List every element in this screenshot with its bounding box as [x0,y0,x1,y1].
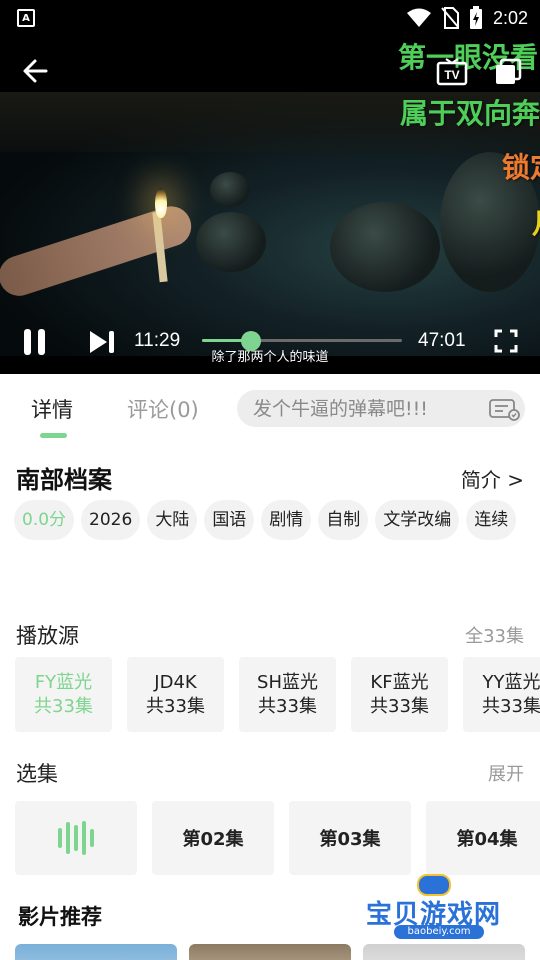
genre-tag[interactable]: 文学改编 [375,500,460,540]
next-episode-icon[interactable] [88,330,116,354]
danmaku-comment: 月 [532,202,540,242]
region-tag[interactable]: 大陆 [147,500,198,540]
danmaku-input[interactable] [253,390,483,427]
danmaku-comment: 锁定 [502,151,540,184]
source-count: 共33集 [146,696,205,717]
picture-in-picture-icon[interactable] [494,58,522,86]
episode-item-playing[interactable] [15,801,137,875]
detail-tabs: 详情 评论(0) [0,374,540,444]
sources-total[interactable]: 全33集 [465,622,524,648]
player-controls: 11:29 47:01 [0,318,540,374]
source-name: JD4K [154,672,197,693]
recommend-list [15,944,525,960]
episodes-expand[interactable]: 展开 [488,760,524,786]
clock: 2:02 [492,7,528,28]
source-item[interactable]: YY蓝光共33集 [463,657,540,732]
watermark-url: baobeiy.com [394,925,484,939]
no-sim-icon [441,7,459,29]
sources-title: 播放源 [16,624,79,648]
danmaku-comment: 属于双向奔 [400,97,540,130]
source-item[interactable]: KF蓝光共33集 [351,657,448,732]
seek-bar[interactable] [202,331,402,351]
status-icons: 2:02 [406,6,528,30]
cast-tv-icon[interactable]: TV [436,58,468,86]
tab-detail[interactable]: 详情 [31,394,73,424]
genre-tag[interactable]: 自制 [318,500,369,540]
year-tag[interactable]: 2026 [81,500,141,540]
source-item[interactable]: JD4K 共33集 [127,657,224,732]
tab-indicator [40,433,67,438]
source-name: SH蓝光 [257,672,318,693]
rating-tag: 0.0分 [14,500,75,540]
genre-tag[interactable]: 连续 [466,500,517,540]
recommend-card[interactable] [363,944,525,960]
recommend-card[interactable] [189,944,351,960]
video-player[interactable]: 除了那两个人的味道 第一眼没看 属于双向奔 锁定 月 TV 11:29 47:0… [0,36,540,374]
total-time: 47:01 [418,330,466,351]
site-watermark: 宝贝游戏网 baobeiy.com [362,872,512,942]
language-tag[interactable]: 国语 [204,500,255,540]
source-item[interactable]: FY蓝光共33集 [15,657,112,732]
candle-flame [155,188,167,218]
back-arrow-icon[interactable] [20,56,50,86]
source-count: 共33集 [370,696,429,717]
source-name: YY蓝光 [482,672,540,693]
wifi-icon [406,8,431,27]
recommend-card[interactable] [15,944,177,960]
episode-item[interactable]: 第04集 [426,801,540,875]
danmaku-input-box[interactable] [237,390,525,427]
source-item[interactable]: SH蓝光共33集 [239,657,336,732]
show-title: 南部档案 [16,466,112,494]
source-count: 共33集 [482,696,540,717]
source-name: FY蓝光 [34,672,93,693]
source-list: FY蓝光共33集 JD4K 共33集 SH蓝光共33集 KF蓝光共33集 YY蓝光… [15,657,540,732]
episode-item[interactable]: 第03集 [289,801,411,875]
source-count: 共33集 [258,696,317,717]
status-bar: A 2:02 [0,0,540,36]
fullscreen-icon[interactable] [494,329,518,353]
tab-comments[interactable]: 评论(0) [127,394,199,424]
gamepad-icon [417,874,451,896]
pause-icon[interactable] [22,328,48,356]
danmaku-settings-icon[interactable] [487,397,521,421]
genre-tag[interactable]: 剧情 [261,500,312,540]
source-count: 共33集 [34,696,93,717]
tag-list: 0.0分 2026 大陆 国语 剧情 自制 文学改编 连续 [14,500,534,540]
episodes-title: 选集 [16,762,58,786]
battery-charging-icon [469,6,482,29]
episode-item[interactable]: 第02集 [152,801,274,875]
intro-link[interactable]: 简介 > [461,464,524,493]
now-playing-icon [58,821,94,855]
source-name: KF蓝光 [370,672,429,693]
recommend-title: 影片推荐 [18,905,102,929]
app-notification-icon: A [17,9,35,27]
episode-list: 第02集 第03集 第04集 [15,801,540,875]
current-time: 11:29 [134,330,181,351]
svg-text:TV: TV [444,68,459,82]
seek-thumb[interactable] [240,331,261,351]
